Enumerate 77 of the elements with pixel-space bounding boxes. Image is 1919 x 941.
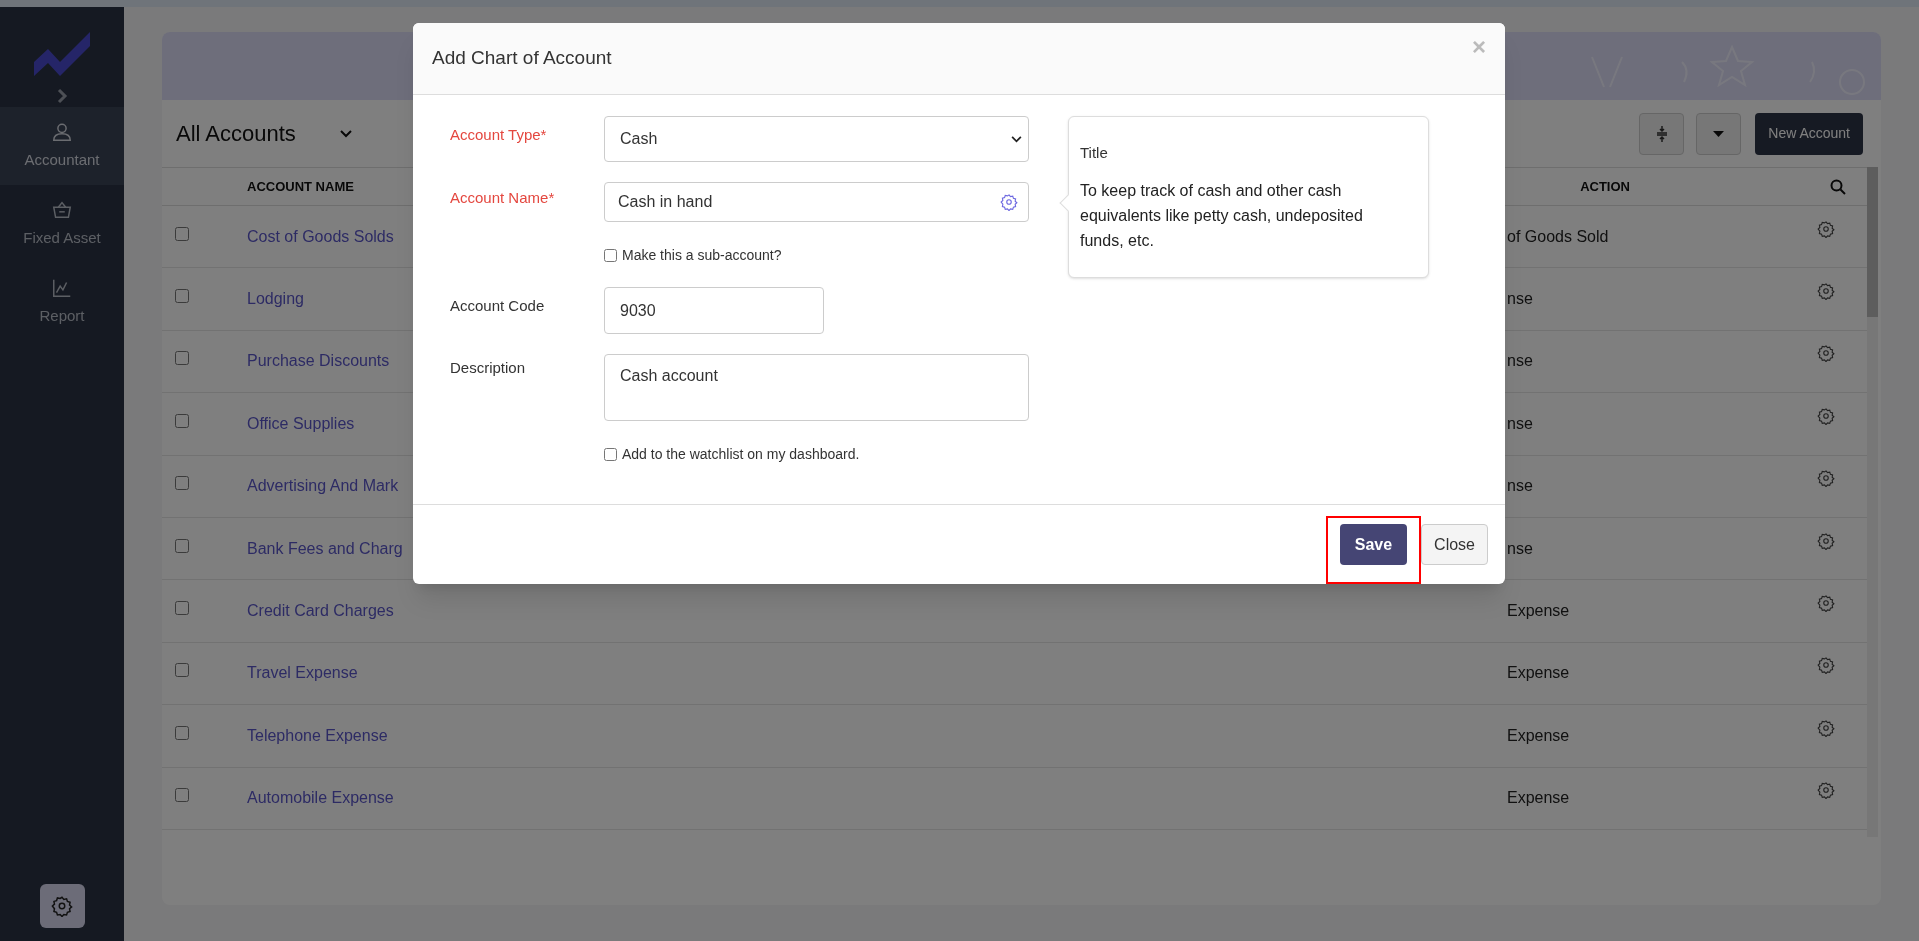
account-type: Expense bbox=[1507, 601, 1571, 622]
account-link[interactable]: Credit Card Charges bbox=[247, 599, 413, 624]
field-label: Description bbox=[450, 358, 527, 378]
scrollbar[interactable] bbox=[1867, 167, 1878, 837]
text-field[interactable]: Cash in hand bbox=[604, 182, 1029, 222]
checkbox[interactable] bbox=[175, 476, 189, 491]
column-header: ACTION bbox=[1580, 177, 1630, 196]
chevron-down-icon bbox=[1011, 135, 1022, 143]
settings-icon[interactable] bbox=[1817, 282, 1835, 301]
account-type: nse bbox=[1507, 289, 1534, 310]
settings-icon[interactable] bbox=[1817, 219, 1835, 238]
chevron-right-icon[interactable] bbox=[55, 88, 69, 104]
popover-text: To keep track of cash and other cash equivalents like petty cash, undeposited funds, etc. bbox=[1080, 180, 1364, 251]
settings-icon[interactable] bbox=[1817, 718, 1835, 737]
settings-icon[interactable] bbox=[1817, 406, 1835, 425]
text-field[interactable]: 9030 bbox=[604, 287, 824, 334]
checkbox-option[interactable]: Make this a sub-account? bbox=[604, 244, 782, 266]
settings-icon[interactable] bbox=[1817, 594, 1835, 613]
account-type: nse bbox=[1507, 476, 1534, 497]
account-type: of Goods Sold bbox=[1507, 226, 1610, 247]
field-label: Account Code bbox=[450, 296, 546, 317]
new-account-button[interactable]: New Account bbox=[1755, 112, 1863, 155]
checkbox[interactable] bbox=[175, 538, 189, 553]
account-link[interactable]: Cost of Goods Solds bbox=[247, 224, 413, 249]
account-link[interactable]: Office Supplies bbox=[247, 411, 413, 436]
checkbox[interactable] bbox=[175, 725, 189, 740]
sidebar-item[interactable]: Accountant bbox=[0, 107, 124, 185]
sidebar-item[interactable]: Fixed Asset bbox=[0, 185, 124, 263]
chevron-down-icon bbox=[339, 129, 352, 138]
close-button[interactable]: Close bbox=[1421, 524, 1488, 565]
description-field[interactable]: Cash account bbox=[604, 354, 1029, 421]
account-link[interactable]: Advertising And Mark bbox=[247, 474, 413, 499]
checkbox[interactable] bbox=[175, 226, 189, 241]
checkbox[interactable] bbox=[175, 601, 189, 616]
compress-icon bbox=[1655, 124, 1668, 143]
checkbox[interactable] bbox=[175, 663, 189, 678]
account-link[interactable]: Purchase Discounts bbox=[247, 349, 413, 374]
sidebar-item[interactable]: Report bbox=[0, 263, 124, 341]
account-type: nse bbox=[1507, 413, 1534, 434]
field-label: Account Name* bbox=[450, 187, 556, 208]
field-label: Account Type* bbox=[450, 124, 548, 145]
account-link[interactable]: Travel Expense bbox=[247, 661, 413, 686]
settings-icon[interactable] bbox=[1817, 531, 1835, 550]
save-button[interactable]: Save bbox=[1339, 524, 1408, 565]
settings-icon[interactable] bbox=[1817, 781, 1835, 800]
view-dropdown[interactable]: All Accounts bbox=[176, 117, 352, 150]
checkbox[interactable] bbox=[175, 413, 189, 428]
account-link[interactable]: Lodging bbox=[247, 287, 413, 312]
settings-icon[interactable] bbox=[1817, 469, 1835, 488]
account-link[interactable]: Automobile Expense bbox=[247, 786, 413, 811]
checkbox-option[interactable]: Add to the watchlist on my dashboard. bbox=[604, 443, 860, 465]
checkbox[interactable] bbox=[175, 289, 189, 304]
account-type-select[interactable]: Cash bbox=[604, 116, 1029, 162]
account-type: nse bbox=[1507, 538, 1534, 559]
account-link[interactable]: Telephone Expense bbox=[247, 723, 413, 748]
caret-icon bbox=[1713, 130, 1725, 137]
account-type: nse bbox=[1507, 351, 1534, 372]
close-button[interactable]: × bbox=[1472, 29, 1486, 65]
settings-icon[interactable] bbox=[1000, 193, 1018, 211]
checkbox[interactable] bbox=[604, 248, 617, 262]
settings-icon[interactable] bbox=[1817, 344, 1835, 363]
modal-title: Add Chart of Account bbox=[432, 46, 612, 71]
account-link[interactable]: Bank Fees and Charg bbox=[247, 536, 413, 561]
checkbox[interactable] bbox=[604, 447, 617, 461]
search-icon[interactable] bbox=[1830, 178, 1846, 195]
compress-button[interactable] bbox=[1639, 112, 1685, 155]
checkbox[interactable] bbox=[175, 788, 189, 803]
logo-icon bbox=[34, 32, 90, 76]
account-type: Expense bbox=[1507, 663, 1571, 684]
account-type: Expense bbox=[1507, 725, 1571, 746]
settings-icon bbox=[51, 895, 73, 917]
account-type: Expense bbox=[1507, 788, 1571, 809]
popover-title: Title bbox=[1080, 143, 1109, 163]
settings-button[interactable] bbox=[39, 884, 85, 928]
settings-icon[interactable] bbox=[1817, 656, 1835, 675]
checkbox[interactable] bbox=[175, 351, 189, 366]
column-header: ACCOUNT NAME bbox=[247, 177, 354, 196]
